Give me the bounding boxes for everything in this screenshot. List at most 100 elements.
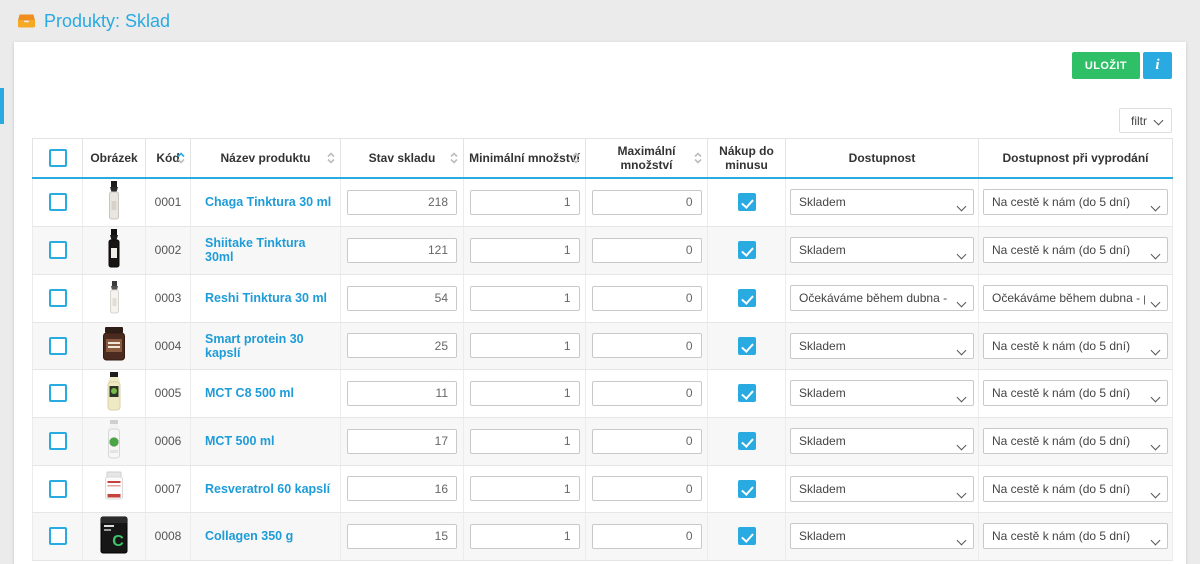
product-name-link[interactable]: MCT C8 500 ml (205, 386, 294, 400)
availability-select[interactable]: Skladem (790, 476, 974, 502)
sort-icon-asc-active[interactable] (177, 152, 185, 163)
max-qty-input[interactable] (592, 524, 702, 549)
product-name-link[interactable]: Chaga Tinktura 30 ml (205, 195, 331, 209)
min-qty-input[interactable] (470, 381, 580, 406)
min-qty-input[interactable] (470, 524, 580, 549)
header-min-qty[interactable]: Minimální množství (464, 139, 586, 178)
row-select-checkbox[interactable] (49, 337, 67, 355)
header-code[interactable]: Kód (146, 139, 191, 178)
toolbar: ULOŽIT i (1072, 52, 1172, 79)
max-qty-input[interactable] (592, 238, 702, 263)
product-name-link[interactable]: Resveratrol 60 kapslí (205, 482, 330, 496)
max-qty-input[interactable] (592, 476, 702, 501)
availability-select[interactable]: Skladem (790, 523, 974, 549)
stock-input[interactable] (347, 333, 457, 358)
svg-text:C: C (112, 533, 124, 550)
product-image (101, 229, 127, 272)
stock-input[interactable] (347, 190, 457, 215)
stock-input[interactable] (347, 429, 457, 454)
header-select-all[interactable] (33, 139, 83, 178)
max-qty-input[interactable] (592, 333, 702, 358)
buy-minus-checkbox[interactable] (738, 432, 756, 450)
table-row: 0003 Reshi Tinktura 30 ml Očekáváme běhe… (33, 274, 1173, 322)
buy-minus-checkbox[interactable] (738, 193, 756, 211)
row-select-checkbox[interactable] (49, 527, 67, 545)
filter-dropdown-button[interactable]: filtr (1119, 108, 1172, 133)
product-image (98, 325, 130, 366)
product-name-link[interactable]: Reshi Tinktura 30 ml (205, 291, 327, 305)
row-code: 0008 (146, 512, 191, 560)
table-row: 0004 Smart protein 30 kapslí Skladem Na … (33, 322, 1173, 369)
buy-minus-checkbox[interactable] (738, 289, 756, 307)
save-button[interactable]: ULOŽIT (1072, 52, 1140, 79)
row-select-checkbox[interactable] (49, 289, 67, 307)
max-qty-input[interactable] (592, 190, 702, 215)
buy-minus-checkbox[interactable] (738, 241, 756, 259)
table-row: C 0008 Collagen 350 g Skladem Na cestě k… (33, 512, 1173, 560)
sort-icon[interactable] (694, 152, 702, 163)
buy-minus-checkbox[interactable] (738, 527, 756, 545)
row-select-checkbox[interactable] (49, 480, 67, 498)
availability-select[interactable]: Skladem (790, 428, 974, 454)
buy-minus-checkbox[interactable] (738, 480, 756, 498)
product-name-link[interactable]: MCT 500 ml (205, 434, 274, 448)
soldout-availability-select[interactable]: Na cestě k nám (do 5 dní) (983, 237, 1168, 263)
product-name-link[interactable]: Collagen 350 g (205, 529, 293, 543)
table-row: 0002 Shiitake Tinktura 30ml Skladem Na c… (33, 226, 1173, 274)
product-name-link[interactable]: Shiitake Tinktura 30ml (205, 236, 306, 264)
table-row: 0005 MCT C8 500 ml Skladem Na cestě k ná… (33, 369, 1173, 417)
min-qty-input[interactable] (470, 286, 580, 311)
row-code: 0007 (146, 465, 191, 512)
soldout-availability-select[interactable]: Na cestě k nám (do 5 dní) (983, 523, 1168, 549)
stock-input[interactable] (347, 286, 457, 311)
sort-icon[interactable] (327, 152, 335, 163)
sidebar-handle[interactable] (0, 88, 4, 124)
header-max-qty[interactable]: Maximální množství (586, 139, 708, 178)
soldout-availability-select[interactable]: Na cestě k nám (do 5 dní) (983, 476, 1168, 502)
soldout-availability-select[interactable]: Na cestě k nám (do 5 dní) (983, 428, 1168, 454)
table-row: 0007 Resveratrol 60 kapslí Skladem Na ce… (33, 465, 1173, 512)
min-qty-input[interactable] (470, 429, 580, 454)
availability-select[interactable]: Skladem (790, 237, 974, 263)
stock-input[interactable] (347, 238, 457, 263)
header-availability: Dostupnost (786, 139, 979, 178)
soldout-availability-select[interactable]: Na cestě k nám (do 5 dní) (983, 333, 1168, 359)
row-select-checkbox[interactable] (49, 384, 67, 402)
row-select-checkbox[interactable] (49, 241, 67, 259)
max-qty-input[interactable] (592, 286, 702, 311)
page-title: Produkty: Sklad (44, 11, 170, 32)
stock-input[interactable] (347, 381, 457, 406)
row-code: 0004 (146, 322, 191, 369)
availability-select[interactable]: Skladem (790, 333, 974, 359)
header-product-name[interactable]: Název produktu (191, 139, 341, 178)
availability-select[interactable]: Očekáváme během dubna - předo (790, 285, 974, 311)
soldout-availability-select[interactable]: Na cestě k nám (do 5 dní) (983, 380, 1168, 406)
table-body: 0001 Chaga Tinktura 30 ml Skladem Na ces… (33, 178, 1173, 561)
soldout-availability-select[interactable]: Na cestě k nám (do 5 dní) (983, 189, 1168, 215)
row-select-checkbox[interactable] (49, 432, 67, 450)
info-button[interactable]: i (1143, 52, 1172, 79)
min-qty-input[interactable] (470, 476, 580, 501)
stock-input[interactable] (347, 524, 457, 549)
stock-input[interactable] (347, 476, 457, 501)
availability-select[interactable]: Skladem (790, 189, 974, 215)
sort-icon[interactable] (450, 152, 458, 163)
sort-icon[interactable] (572, 152, 580, 163)
product-name-link[interactable]: Smart protein 30 kapslí (205, 332, 304, 360)
buy-minus-checkbox[interactable] (738, 384, 756, 402)
min-qty-input[interactable] (470, 190, 580, 215)
availability-select[interactable]: Skladem (790, 380, 974, 406)
max-qty-input[interactable] (592, 429, 702, 454)
min-qty-input[interactable] (470, 238, 580, 263)
header-stock[interactable]: Stav skladu (341, 139, 464, 178)
row-select-checkbox[interactable] (49, 193, 67, 211)
row-code: 0003 (146, 274, 191, 322)
max-qty-input[interactable] (592, 381, 702, 406)
soldout-availability-select[interactable]: Očekáváme během dubna - předo (983, 285, 1168, 311)
min-qty-input[interactable] (470, 333, 580, 358)
buy-minus-checkbox[interactable] (738, 337, 756, 355)
header-image: Obrázek (83, 139, 146, 178)
product-image (99, 469, 129, 508)
select-all-checkbox[interactable] (49, 149, 67, 167)
row-code: 0005 (146, 369, 191, 417)
